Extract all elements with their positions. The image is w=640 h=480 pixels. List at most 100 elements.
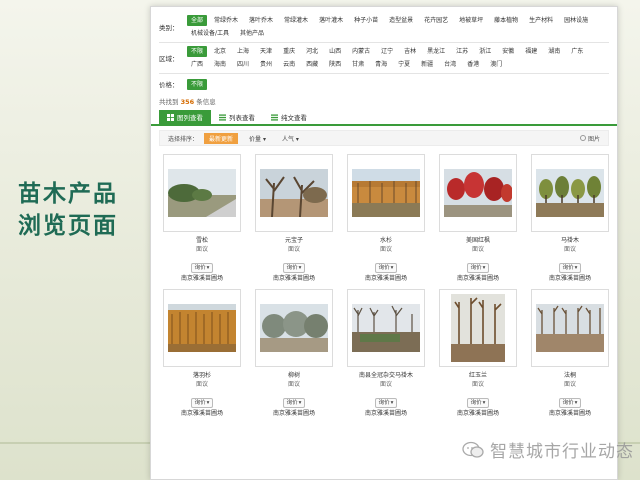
product-name[interactable]: 落羽杉: [163, 371, 241, 380]
filter-option-region[interactable]: 福建: [521, 46, 541, 57]
filter-option-category[interactable]: 种子小苗: [350, 15, 382, 26]
image-only-toggle[interactable]: 图片: [579, 134, 600, 143]
product-name[interactable]: 法桐: [531, 371, 609, 380]
filter-option-category[interactable]: 常绿灌木: [280, 15, 312, 26]
filter-option-region[interactable]: 江苏: [452, 46, 472, 57]
filter-option-category[interactable]: 机械设备/工具: [187, 28, 233, 39]
product-image[interactable]: [347, 154, 425, 232]
filter-option-region[interactable]: 北京: [210, 46, 230, 57]
filter-option-region[interactable]: 安徽: [498, 46, 518, 57]
product-image[interactable]: [439, 289, 517, 367]
filter-option-region[interactable]: 新疆: [417, 59, 437, 70]
product-name[interactable]: 水杉: [347, 236, 425, 245]
inquiry-button[interactable]: 询价 ▾: [466, 398, 490, 408]
inquiry-button[interactable]: 询价 ▾: [190, 263, 214, 273]
sort-button[interactable]: 人气 ▾: [277, 133, 304, 144]
filter-option-region[interactable]: 云南: [279, 59, 299, 70]
sort-button[interactable]: 最新更新: [204, 132, 239, 144]
filter-option-region[interactable]: 台湾: [440, 59, 460, 70]
product-name[interactable]: 南县全冠杂交马褂木: [347, 371, 425, 380]
filter-option-region[interactable]: 重庆: [279, 46, 299, 57]
filter-option-region[interactable]: 青海: [371, 59, 391, 70]
inquiry-button[interactable]: 询价 ▾: [374, 398, 398, 408]
product-image[interactable]: [255, 289, 333, 367]
filter-option-region[interactable]: 海南: [210, 59, 230, 70]
filter-option-category[interactable]: 地被草坪: [455, 15, 487, 26]
product-name[interactable]: 马褂木: [531, 236, 609, 245]
filter-option-region[interactable]: 不限: [187, 46, 208, 57]
filter-option-category[interactable]: 落叶乔木: [245, 15, 277, 26]
filter-option-region[interactable]: 浙江: [475, 46, 495, 57]
product-name[interactable]: 柳树: [255, 371, 333, 380]
filter-option-region[interactable]: 甘肃: [348, 59, 368, 70]
filter-option-region[interactable]: 贵州: [256, 59, 276, 70]
inquiry-button[interactable]: 询价 ▾: [374, 263, 398, 273]
filter-option-region[interactable]: 山西: [325, 46, 345, 57]
inquiry-button[interactable]: 询价 ▾: [190, 398, 214, 408]
inquiry-button[interactable]: 询价 ▾: [558, 398, 582, 408]
filter-option-region[interactable]: 上海: [233, 46, 253, 57]
filter-option-price[interactable]: 不限: [187, 78, 208, 90]
product-card: 南县全冠杂交马褂木 面议 询价 ▾ 南京雅溪苗圃场: [347, 289, 425, 418]
product-name[interactable]: 雪松: [163, 236, 241, 245]
filter-option-category[interactable]: 常绿乔木: [210, 15, 242, 26]
product-name[interactable]: 元宝子: [255, 236, 333, 245]
filter-option-region[interactable]: 广西: [187, 59, 207, 70]
filter-option-category[interactable]: 造型盆景: [385, 15, 417, 26]
product-image[interactable]: [163, 154, 241, 232]
filter-option-category[interactable]: 落叶灌木: [315, 15, 347, 26]
filter-option-category[interactable]: 其他产品: [236, 28, 268, 39]
filter-option-region[interactable]: 内蒙古: [348, 46, 374, 57]
filter-option-region[interactable]: 西藏: [302, 59, 322, 70]
product-image[interactable]: [347, 289, 425, 367]
product-image[interactable]: [531, 289, 609, 367]
filter-option-region[interactable]: 陕西: [325, 59, 345, 70]
filter-option-region[interactable]: 天津: [256, 46, 276, 57]
product-seller[interactable]: 南京雅溪苗圃场: [163, 409, 241, 418]
tab-view-0[interactable]: 图列查看: [159, 110, 211, 124]
product-card: 马褂木 面议 询价 ▾ 南京雅溪苗圃场: [531, 154, 609, 283]
product-image[interactable]: [163, 289, 241, 367]
inquiry-button[interactable]: 询价 ▾: [466, 263, 490, 273]
product-seller[interactable]: 南京雅溪苗圃场: [347, 409, 425, 418]
inquiry-button[interactable]: 询价 ▾: [282, 263, 306, 273]
filter-option-category[interactable]: 藤本植物: [490, 15, 522, 26]
filter-option-region[interactable]: 吉林: [400, 46, 420, 57]
filter-option-region[interactable]: 四川: [233, 59, 253, 70]
product-seller[interactable]: 南京雅溪苗圃场: [531, 274, 609, 283]
tab-view-1[interactable]: 列表查看: [211, 110, 263, 124]
sort-button[interactable]: 价量 ▾: [244, 133, 271, 144]
product-seller[interactable]: 南京雅溪苗圃场: [531, 409, 609, 418]
product-name[interactable]: 美国红枫: [439, 236, 517, 245]
filter-option-region[interactable]: 黑龙江: [423, 46, 449, 57]
product-seller[interactable]: 南京雅溪苗圃场: [163, 274, 241, 283]
product-image[interactable]: [531, 154, 609, 232]
product-image[interactable]: [255, 154, 333, 232]
product-seller[interactable]: 南京雅溪苗圃场: [439, 274, 517, 283]
inquiry-label: 询价: [286, 265, 298, 271]
filter-option-region[interactable]: 澳门: [486, 59, 506, 70]
filter-option-category[interactable]: 全部: [187, 15, 208, 26]
product-image[interactable]: [439, 154, 517, 232]
filter-option-category[interactable]: 园林设施: [560, 15, 592, 26]
product-seller[interactable]: 南京雅溪苗圃场: [255, 274, 333, 283]
product-seller[interactable]: 南京雅溪苗圃场: [255, 409, 333, 418]
chevron-down-icon: ▾: [390, 265, 394, 271]
inquiry-button[interactable]: 询价 ▾: [282, 398, 306, 408]
inquiry-button[interactable]: 询价 ▾: [558, 263, 582, 273]
tab-view-2[interactable]: 纯文查看: [263, 110, 315, 124]
chat-bubble-icon: [462, 441, 484, 458]
product-card: 落羽杉 面议 询价 ▾ 南京雅溪苗圃场: [163, 289, 241, 418]
product-name[interactable]: 红玉兰: [439, 371, 517, 380]
filter-option-category[interactable]: 生产材料: [525, 15, 557, 26]
product-seller[interactable]: 南京雅溪苗圃场: [347, 274, 425, 283]
product-seller[interactable]: 南京雅溪苗圃场: [439, 409, 517, 418]
filter-option-category[interactable]: 花卉园艺: [420, 15, 452, 26]
filter-option-region[interactable]: 河北: [302, 46, 322, 57]
filter-option-region[interactable]: 辽宁: [377, 46, 397, 57]
chevron-down-icon: ▾: [574, 400, 578, 406]
filter-option-region[interactable]: 香港: [463, 59, 483, 70]
filter-option-region[interactable]: 广东: [567, 46, 587, 57]
filter-option-region[interactable]: 宁夏: [394, 59, 414, 70]
filter-option-region[interactable]: 湖南: [544, 46, 564, 57]
